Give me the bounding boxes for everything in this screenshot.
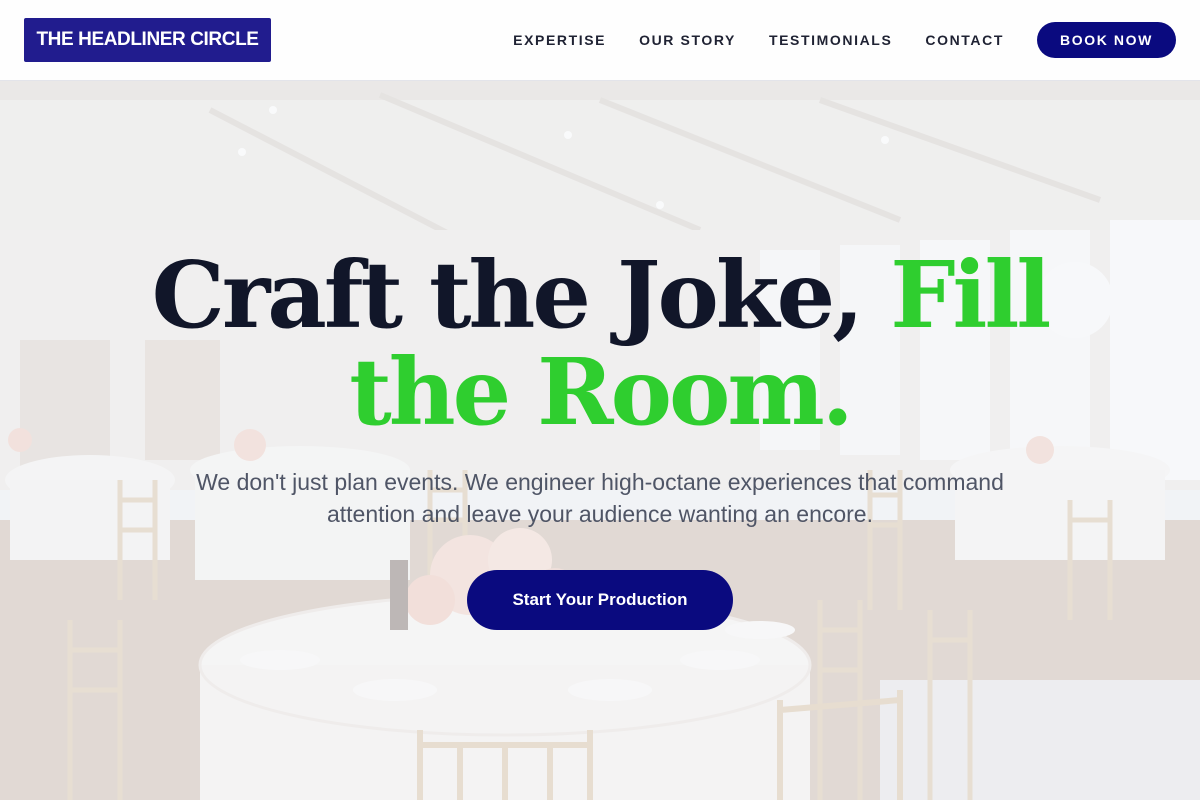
hero-headline: Craft the Joke, Fill the Room. xyxy=(150,247,1052,441)
main-nav: EXPERTISE OUR STORY TESTIMONIALS CONTACT… xyxy=(480,22,1176,58)
book-now-button[interactable]: BOOK NOW xyxy=(1037,22,1176,58)
nav-link-contact[interactable]: CONTACT xyxy=(925,32,1004,48)
hero-subtext: We don't just plan events. We engineer h… xyxy=(196,469,1004,527)
start-production-button[interactable]: Start Your Production xyxy=(467,570,733,630)
nav-link-expertise[interactable]: EXPERTISE xyxy=(513,32,606,48)
nav-link-testimonials[interactable]: TESTIMONIALS xyxy=(769,32,892,48)
brand-logo[interactable]: THE HEADLINER CIRCLE xyxy=(24,18,271,62)
nav-link-our-story[interactable]: OUR STORY xyxy=(639,32,736,48)
site-header: THE HEADLINER CIRCLE EXPERTISE OUR STORY… xyxy=(0,0,1200,81)
headline-part-dark: Craft the Joke, xyxy=(151,241,891,349)
hero-section: Craft the Joke, Fill the Room. We don't … xyxy=(0,81,1200,800)
